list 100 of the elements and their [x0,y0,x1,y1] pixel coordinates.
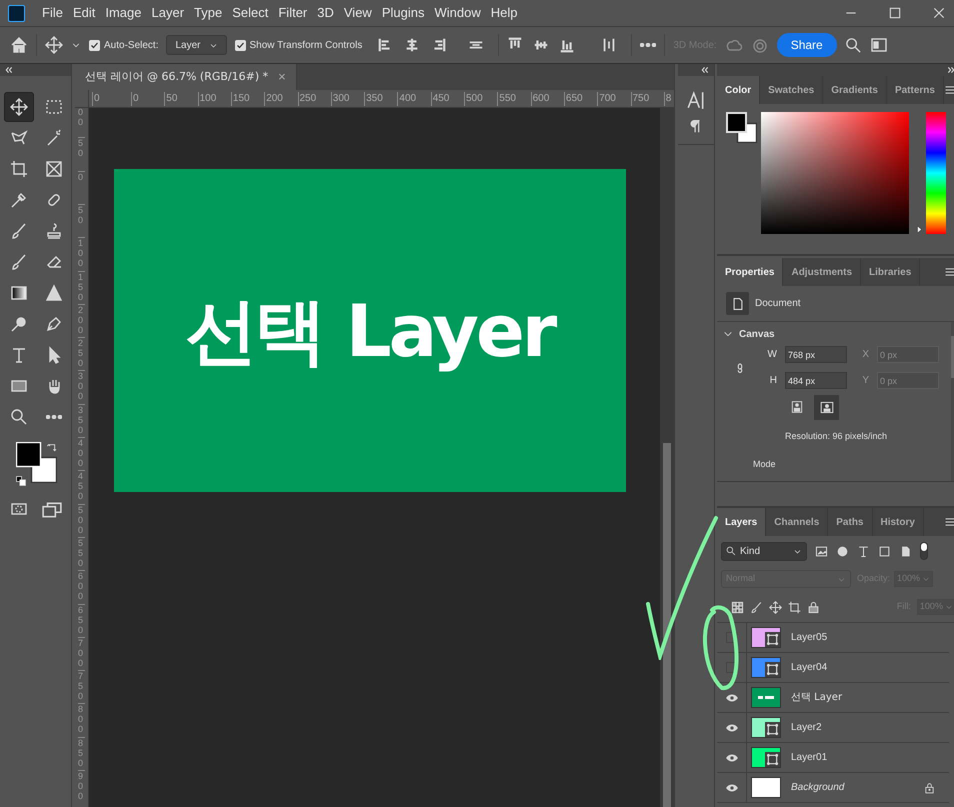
panel-tab[interactable]: Channels [766,508,828,536]
close-tab-button[interactable]: × [278,67,286,87]
panel-tab[interactable]: Color [717,76,760,104]
panel-tab[interactable]: Adjustments [783,258,862,286]
field-label: W [766,348,777,362]
visibility-box[interactable] [726,632,737,643]
visibility-box[interactable] [726,662,737,673]
ruler-label: 450 [430,92,450,106]
move-icon[interactable] [769,600,782,614]
menu-item[interactable]: Select [227,3,274,23]
lock-icon[interactable] [807,600,820,614]
layer-row[interactable]: 선택 Layer [717,683,949,713]
filter-toggle[interactable] [920,542,928,560]
ruler-label: 300 [78,370,85,402]
maximize-icon[interactable] [888,6,902,20]
share-button[interactable]: Share [776,33,837,57]
menu-item[interactable]: Filter [273,3,312,23]
color-field[interactable] [761,112,909,234]
workspace-icon[interactable] [870,36,888,54]
adjustment-filter-icon[interactable] [836,544,849,558]
layer-name: 선택 Layer [791,691,842,705]
type-filter-icon[interactable] [857,544,870,558]
menu-item[interactable]: Layer [146,3,190,23]
menu-item[interactable]: Image [100,3,146,23]
menu-item[interactable]: View [338,3,377,23]
crop-icon [10,160,28,178]
menu-item[interactable]: Window [429,3,486,23]
artboard-icon[interactable] [788,600,801,614]
smart-object-icon [765,632,780,647]
search-icon [726,546,736,556]
screen-mode-icon[interactable] [42,500,62,520]
input-field[interactable]: 768 px [785,346,847,363]
ruler-label: 50 [78,204,85,225]
landscape-button[interactable] [814,395,839,420]
ruler-label: 350 [364,92,383,106]
ruler-label: 400 [397,92,416,106]
checkbox[interactable]: Auto-Select: [89,38,158,52]
panel-tab[interactable]: Layers [717,508,766,536]
menu-item[interactable]: Type [189,3,228,23]
panel-tab[interactable]: Patterns [886,76,944,104]
character-icon[interactable] [686,90,706,110]
move-icon[interactable] [45,36,63,54]
tool-button[interactable] [4,92,34,122]
document-button[interactable] [726,292,749,315]
default-colors-icon[interactable] [16,476,26,486]
distribute-icon[interactable] [601,37,618,53]
checkbox-label: Show Transform Controls [250,38,362,52]
expand-icon[interactable] [946,66,954,74]
resolution-text: Resolution: 96 pixels/inch [785,430,888,443]
menu-item[interactable]: Plugins [376,3,430,23]
layer-name: Layer04 [791,661,828,675]
panel-tab[interactable]: Paths [828,508,872,536]
layer-row[interactable]: Layer05 [717,623,949,653]
triangle-icon [44,284,62,302]
section-title: Canvas [739,328,775,342]
checkbox[interactable]: Show Transform Controls [234,38,362,52]
panel-tab[interactable]: Libraries [861,258,920,286]
layer-row[interactable]: Layer2 [717,713,949,743]
shape-filter-icon[interactable] [878,544,891,558]
ruler-label: 550 [78,536,85,568]
panel-tab[interactable]: Swatches [760,76,824,104]
swap-icon[interactable] [46,442,58,454]
field-label: X [861,348,869,362]
smart-object-filter-icon[interactable] [899,544,912,558]
color-swatches-icon[interactable] [16,442,57,483]
menu-item[interactable]: Help [486,3,522,23]
input-field[interactable]: 484 px [785,372,847,389]
menu-item[interactable]: 3D [312,3,339,23]
home-icon[interactable] [10,36,28,54]
color-swatches-icon[interactable] [726,112,757,143]
field-label: Y [861,374,869,388]
collapse-icon[interactable] [700,66,710,74]
document-tab[interactable]: 선택 레이어 @ 66.7% (RGB/16#) * × [75,64,297,90]
layer-row[interactable]: Background [717,773,949,803]
section-header[interactable]: Canvas [717,322,951,346]
panel-tab[interactable]: Gradients [823,76,887,104]
ruler-label: 250 [78,337,85,368]
eye-icon [724,782,738,794]
transparency-lock-icon[interactable] [731,600,744,614]
layer-row[interactable]: Layer04 [717,653,949,683]
close-icon[interactable] [932,6,946,20]
ruler-label: 50 [78,137,85,158]
image-filter-icon[interactable] [815,544,828,558]
eye-icon [724,722,738,734]
target-dropdown[interactable]: Layer [166,35,226,55]
menu-item[interactable]: Edit [68,3,100,23]
panel-tab[interactable]: Properties [717,258,784,286]
scrollbar-thumb[interactable] [663,443,671,807]
person-icon [790,398,802,414]
slider-thumb[interactable] [915,225,924,234]
search-icon[interactable] [844,36,862,54]
align-icon[interactable] [404,37,420,53]
collapse-icon[interactable] [4,66,14,74]
brush-icon[interactable] [750,600,763,614]
ruler-label: 00 [78,108,85,127]
layer-row[interactable]: Layer01 [717,743,949,773]
more-icon[interactable] [640,43,656,47]
menu-item[interactable]: File [37,3,68,23]
filter-dropdown[interactable]: Kind [721,542,807,560]
panel-tab[interactable]: History [872,508,924,536]
